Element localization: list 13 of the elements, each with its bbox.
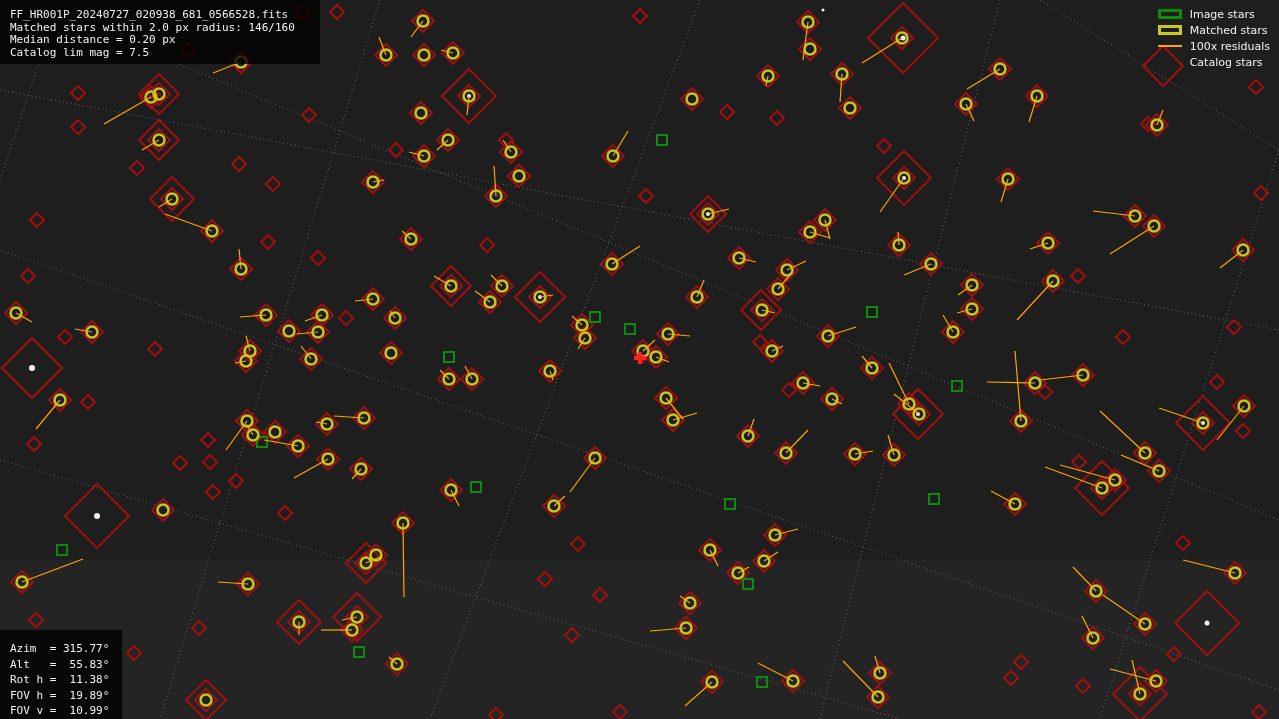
legend-label: Matched stars [1189,23,1268,37]
info-text: Median distance = 0.20 px [10,34,177,47]
info-text: Azim = 315.77° [10,641,111,657]
info-text: FF_HR001P_20240727_020938_681_0566528.fits [10,9,290,22]
info-text: Matched stars within 2.0 px radius: 146/160 [10,21,296,34]
info-text: Catalog lim mag = 7.5 [10,46,151,59]
info-text: Alt = 55.83° [10,656,111,672]
legend-label: Catalog stars [1189,55,1263,69]
legend-label: Image stars [1189,7,1255,21]
legend-label: 100x residuals [1189,39,1270,53]
info-text: Rot h = 11.38° [10,672,111,688]
info-text: FOV h = 19.89° [10,687,111,703]
info-text: FOV v = 10.99° [10,703,111,719]
